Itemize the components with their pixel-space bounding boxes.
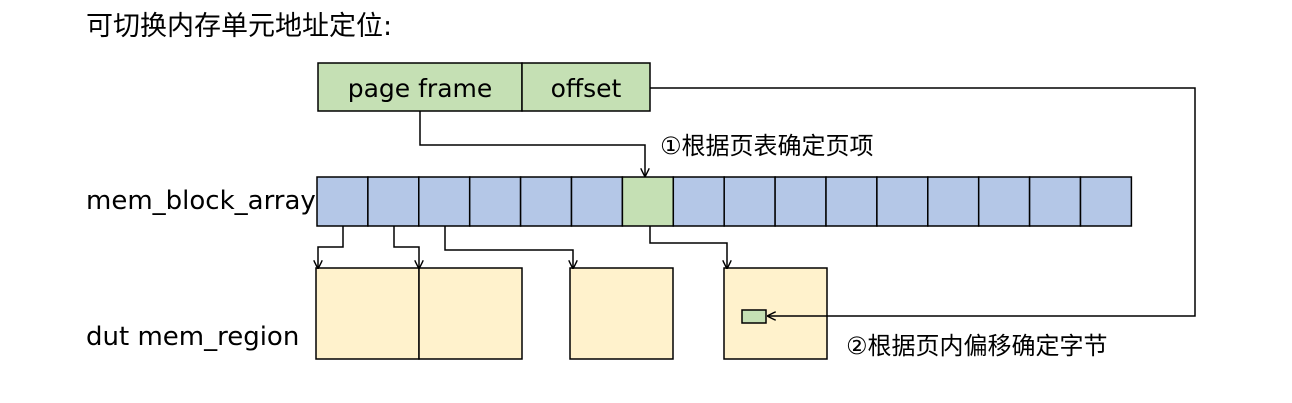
- mem-region-block-2: [418, 267, 523, 360]
- offset-text: offset: [551, 74, 622, 103]
- target-byte: [741, 309, 767, 324]
- mem-block-array: [316, 176, 1133, 227]
- mem-block-cell: [570, 176, 624, 227]
- mem-block-cell: [1028, 176, 1082, 227]
- mem-block-cell: [418, 176, 471, 227]
- mem-region-blocks: [315, 267, 828, 360]
- mem-block-cell: [519, 176, 573, 227]
- mem-block-cell: [977, 176, 1031, 227]
- page-frame-to-array-arrow: [419, 111, 645, 176]
- mem-block-cell: [468, 176, 522, 227]
- mem-block-cell: [1079, 176, 1133, 227]
- page-frame-text: page frame: [348, 74, 493, 103]
- mem-block-cell: [876, 176, 929, 227]
- cell-to-region-arrow-1: [318, 226, 344, 268]
- address-register: page frame offset: [317, 62, 651, 112]
- mem-block-cell: [825, 176, 878, 227]
- mem-block-cell: [367, 176, 420, 227]
- cell-to-region-arrow-2: [393, 226, 419, 268]
- mem-block-cell: [316, 176, 369, 227]
- mem-region-block-4: [723, 267, 828, 360]
- cell-to-region-arrow-3: [444, 226, 573, 268]
- mem-region-block-3: [569, 267, 674, 360]
- cell-to-region-arrow-4: [649, 226, 727, 268]
- mem-block-cell: [927, 176, 980, 227]
- mem-block-cell: [672, 176, 725, 227]
- mem-region-block-1: [315, 267, 420, 360]
- memory-diagram: page frame offset: [0, 62, 1196, 360]
- mem-block-cell-selected: [621, 176, 675, 227]
- mem-block-cell: [723, 176, 776, 227]
- mem-block-cell: [774, 176, 827, 227]
